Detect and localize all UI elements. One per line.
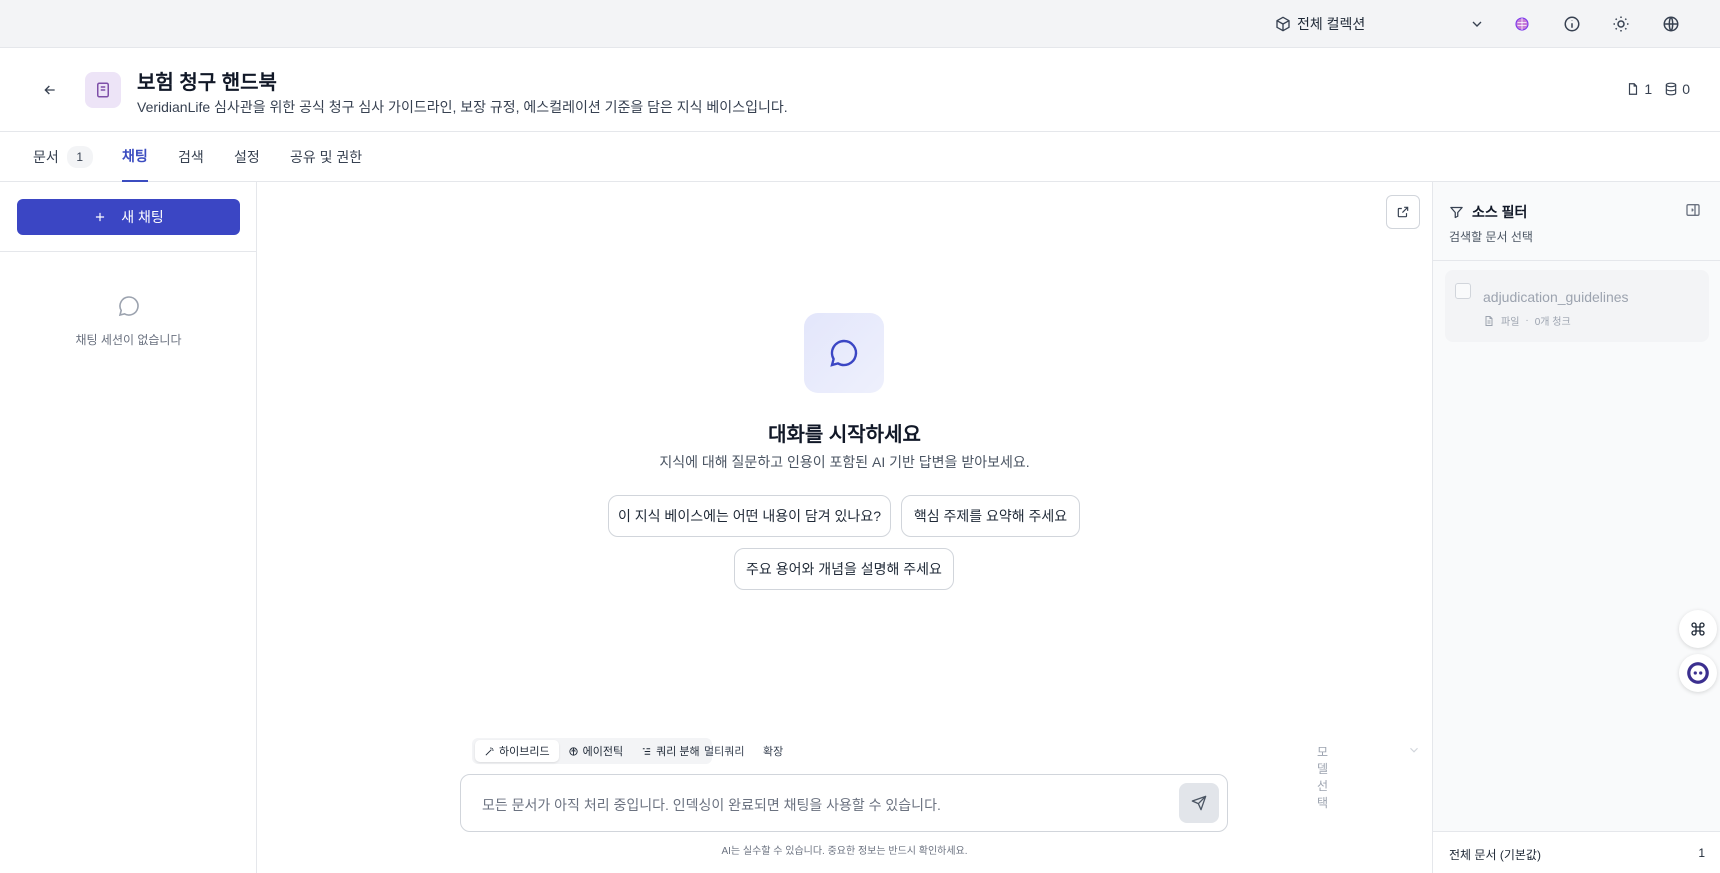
chat-hero-icon	[804, 313, 884, 393]
db-count-stat: 0	[1664, 81, 1690, 97]
source-name: adjudication_guidelines	[1483, 289, 1629, 305]
bot-icon	[1687, 662, 1709, 684]
book-icon	[85, 72, 121, 108]
tab-documents[interactable]: 문서 1	[33, 132, 93, 182]
external-link-icon	[1397, 206, 1409, 218]
new-chat-button[interactable]: 새 채팅	[17, 199, 240, 235]
tab-bar: 문서 1 채팅 검색 설정 공유 및 권한	[0, 132, 1720, 182]
mode-hybrid[interactable]: 하이브리드	[475, 740, 559, 762]
source-filter-subtitle: 검색할 문서 선택	[1449, 230, 1533, 244]
sun-icon[interactable]	[1610, 13, 1632, 35]
all-documents-label: 전체 문서 (기본값)	[1449, 848, 1541, 862]
source-checkbox[interactable]	[1455, 283, 1471, 299]
empty-sessions: 채팅 세션이 없습니다	[0, 294, 257, 348]
model-select[interactable]: 모델 선택	[1317, 743, 1328, 811]
mode-toggle-group: 하이브리드 에이전틱 쿼리 분해	[472, 738, 712, 764]
source-item[interactable]	[1445, 270, 1709, 342]
source-filter-title: 소스 필터	[1449, 202, 1527, 222]
database-icon	[1665, 82, 1677, 96]
send-icon	[1191, 795, 1207, 811]
chat-area: 대화를 시작하세요 지식에 대해 질문하고 인용이 포함된 AI 기반 답변을 …	[257, 182, 1432, 873]
retrieval-mode-bar: 하이브리드 에이전틱 쿼리 분해 멀티쿼리 확장 모델 선택	[464, 737, 1418, 810]
option-expand[interactable]: 확장	[763, 743, 783, 759]
file-icon	[1485, 315, 1493, 326]
source-filter-panel: 소스 필터 검색할 문서 선택 adjudication_guidelines …	[1432, 182, 1720, 873]
empty-sessions-text: 채팅 세션이 없습니다	[75, 333, 182, 347]
db-count: 0	[1682, 81, 1690, 97]
documents-count-badge: 1	[66, 146, 93, 168]
knowledge-base-header: 보험 청구 핸드북 VeridianLife 심사관을 위한 공식 청구 심사 …	[0, 48, 1720, 132]
brain-icon	[568, 746, 578, 756]
mode-query-decompose-label: 쿼리 분해	[656, 746, 700, 758]
assistant-bot-button[interactable]	[1679, 654, 1717, 692]
source-filter-title-text: 소스 필터	[1472, 204, 1528, 220]
source-type: 파일	[1501, 317, 1520, 328]
ai-disclaimer: AI는 실수할 수 있습니다. 중요한 정보는 반드시 확인하세요.	[721, 846, 968, 857]
new-chat-label: 새 채팅	[121, 209, 164, 225]
chat-input[interactable]: 모든 문서가 아직 처리 중입니다. 인덱싱이 완료되면 채팅을 사용할 수 있…	[460, 774, 1228, 832]
tab-share[interactable]: 공유 및 권한	[290, 132, 362, 182]
back-button[interactable]	[38, 78, 62, 102]
chevron-down-icon	[1469, 16, 1485, 32]
page-description: VeridianLife 심사관을 위한 공식 청구 심사 가이드라인, 보장 …	[137, 99, 788, 115]
send-button[interactable]	[1179, 783, 1219, 823]
chat-input-placeholder: 모든 문서가 아직 처리 중입니다. 인덱싱이 완료되면 채팅을 사용할 수 있…	[482, 797, 941, 813]
shortcuts-button[interactable]	[1679, 610, 1717, 648]
filter-icon	[1450, 206, 1463, 218]
mode-agentic-label: 에이전틱	[582, 746, 624, 758]
suggestion-button[interactable]: 이 지식 베이스에는 어떤 내용이 담겨 있나요?	[608, 495, 891, 537]
kb-stats: 1 0	[1626, 81, 1690, 97]
suggestion-button[interactable]: 주요 용어와 개념을 설명해 주세요	[734, 548, 954, 590]
plus-icon	[96, 212, 105, 222]
list-tree-icon	[642, 747, 651, 755]
source-filter-footer: 전체 문서 (기본값) 1	[1433, 831, 1720, 873]
doc-count: 1	[1644, 81, 1653, 97]
message-circle-icon	[118, 296, 139, 317]
all-documents-count: 1	[1698, 846, 1705, 860]
tab-search[interactable]: 검색	[178, 132, 204, 182]
ai-orb-icon[interactable]	[1511, 13, 1533, 35]
tab-chat[interactable]: 채팅	[122, 132, 148, 182]
top-bar: 전체 컬렉션	[0, 0, 1720, 48]
cube-icon	[1275, 16, 1291, 32]
page-title: 보험 청구 핸드북	[137, 72, 277, 94]
collection-label: 전체 컬렉션	[1297, 16, 1366, 32]
suggestion-button[interactable]: 핵심 주제를 요약해 주세요	[901, 495, 1080, 537]
mode-agentic[interactable]: 에이전틱	[559, 740, 632, 762]
source-chunks: 0개 청크	[1534, 317, 1571, 328]
mode-query-decompose[interactable]: 쿼리 분해	[632, 740, 709, 762]
panel-collapse-icon	[1686, 204, 1700, 216]
source-meta-separator: ·	[1525, 315, 1529, 326]
file-icon	[1629, 83, 1638, 95]
chat-session-sidebar: 새 채팅 채팅 세션이 없습니다	[0, 182, 257, 873]
open-external-button[interactable]	[1386, 195, 1420, 229]
info-icon[interactable]	[1561, 13, 1583, 35]
divider	[0, 251, 256, 252]
collection-select[interactable]: 전체 컬렉션	[1275, 10, 1485, 38]
doc-count-stat: 1	[1626, 81, 1652, 97]
message-circle-icon	[830, 339, 858, 367]
wand-icon	[485, 746, 494, 755]
command-icon	[1691, 622, 1705, 636]
chevron-down-icon	[1410, 747, 1418, 753]
mode-hybrid-label: 하이브리드	[499, 746, 550, 758]
tab-documents-label: 문서	[33, 149, 59, 165]
option-multiquery[interactable]: 멀티쿼리	[704, 743, 744, 759]
chat-empty-subtitle: 지식에 대해 질문하고 인용이 포함된 AI 기반 답변을 받아보세요.	[659, 454, 1030, 470]
chat-empty-title: 대화를 시작하세요	[768, 424, 921, 446]
source-filter-header: 소스 필터 검색할 문서 선택	[1433, 182, 1720, 261]
tab-settings[interactable]: 설정	[234, 132, 260, 182]
globe-icon[interactable]	[1660, 13, 1682, 35]
source-meta: 파일 · 0개 청크	[1483, 313, 1571, 328]
